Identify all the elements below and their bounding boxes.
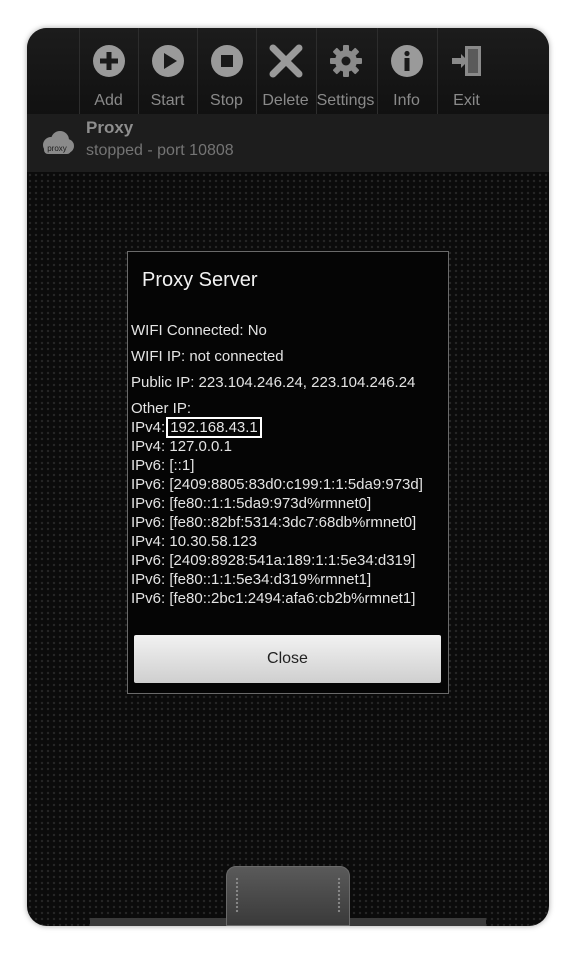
toolbar: Add Start Stop Delete Settings Info Exit <box>27 28 549 114</box>
ip-line: IPv4: 127.0.0.1 <box>131 438 232 455</box>
ip-line: IPv6: [2409:8928:541a:189:1:1:5e34:d319] <box>131 552 416 569</box>
drawer-handle[interactable] <box>226 866 350 926</box>
proxy-server-dialog: Proxy Server WIFI Connected: No WIFI IP:… <box>127 251 449 694</box>
exit-icon <box>451 46 481 76</box>
ip-line: IPv4: 10.30.58.123 <box>131 533 257 550</box>
ip-line: IPv6: [2409:8805:83d0:c199:1:1:5da9:973d… <box>131 476 423 493</box>
info-button[interactable]: Info <box>377 28 435 114</box>
proxy-status: stopped - port 10808 <box>86 142 234 159</box>
grip-right <box>337 877 341 913</box>
settings-button[interactable]: Settings <box>316 28 374 114</box>
ip-line: IPv6: [fe80::82bf:5314:3dc7:68db%rmnet0] <box>131 514 417 531</box>
add-icon <box>92 45 125 77</box>
ip-prefix: IPv4: <box>131 419 166 436</box>
info-icon <box>390 45 423 77</box>
delete-button[interactable]: Delete <box>256 28 314 114</box>
delete-icon <box>269 44 302 78</box>
close-button[interactable]: Close <box>134 635 441 683</box>
wifi-connected-text: WIFI Connected: No <box>131 322 267 339</box>
public-ip-text: Public IP: 223.104.246.24, 223.104.246.2… <box>131 374 416 391</box>
grip-left <box>235 877 239 913</box>
exit-label: Exit <box>453 92 480 109</box>
dialog-title: Proxy Server <box>142 269 258 291</box>
proxy-list-item[interactable]: proxy Proxy stopped - port 10808 <box>27 114 549 172</box>
stop-button[interactable]: Stop <box>197 28 255 114</box>
settings-label: Settings <box>316 92 375 109</box>
proxy-name: Proxy <box>86 118 134 137</box>
info-label: Info <box>393 92 420 109</box>
add-button[interactable]: Add <box>79 28 137 114</box>
proxy-logo-text: proxy <box>47 144 67 153</box>
proxy-logo-icon: proxy <box>43 131 74 154</box>
ip-line: IPv6: [fe80::2bc1:2494:afa6:cb2b%rmnet1] <box>131 590 416 607</box>
start-button[interactable]: Start <box>138 28 196 114</box>
other-ip-label: Other IP: <box>131 400 192 417</box>
play-icon <box>151 45 184 77</box>
highlighted-ip: 192.168.43.1 <box>166 417 262 438</box>
ip-line: IPv6: [fe80::1:1:5da9:973d%rmnet0] <box>131 495 372 512</box>
ip-line-highlighted: IPv4: 192.168.43.1 <box>131 417 262 438</box>
ip-line: IPv6: [fe80::1:1:5e34:d319%rmnet1] <box>131 571 372 588</box>
gear-icon <box>329 45 362 77</box>
delete-label: Delete <box>262 92 309 109</box>
ip-line: IPv6: [::1] <box>131 457 195 474</box>
stop-icon <box>210 45 243 77</box>
device-screen: Add Start Stop Delete Settings Info Exit… <box>27 28 549 926</box>
wifi-ip-text: WIFI IP: not connected <box>131 348 284 365</box>
exit-button[interactable]: Exit <box>437 28 495 114</box>
